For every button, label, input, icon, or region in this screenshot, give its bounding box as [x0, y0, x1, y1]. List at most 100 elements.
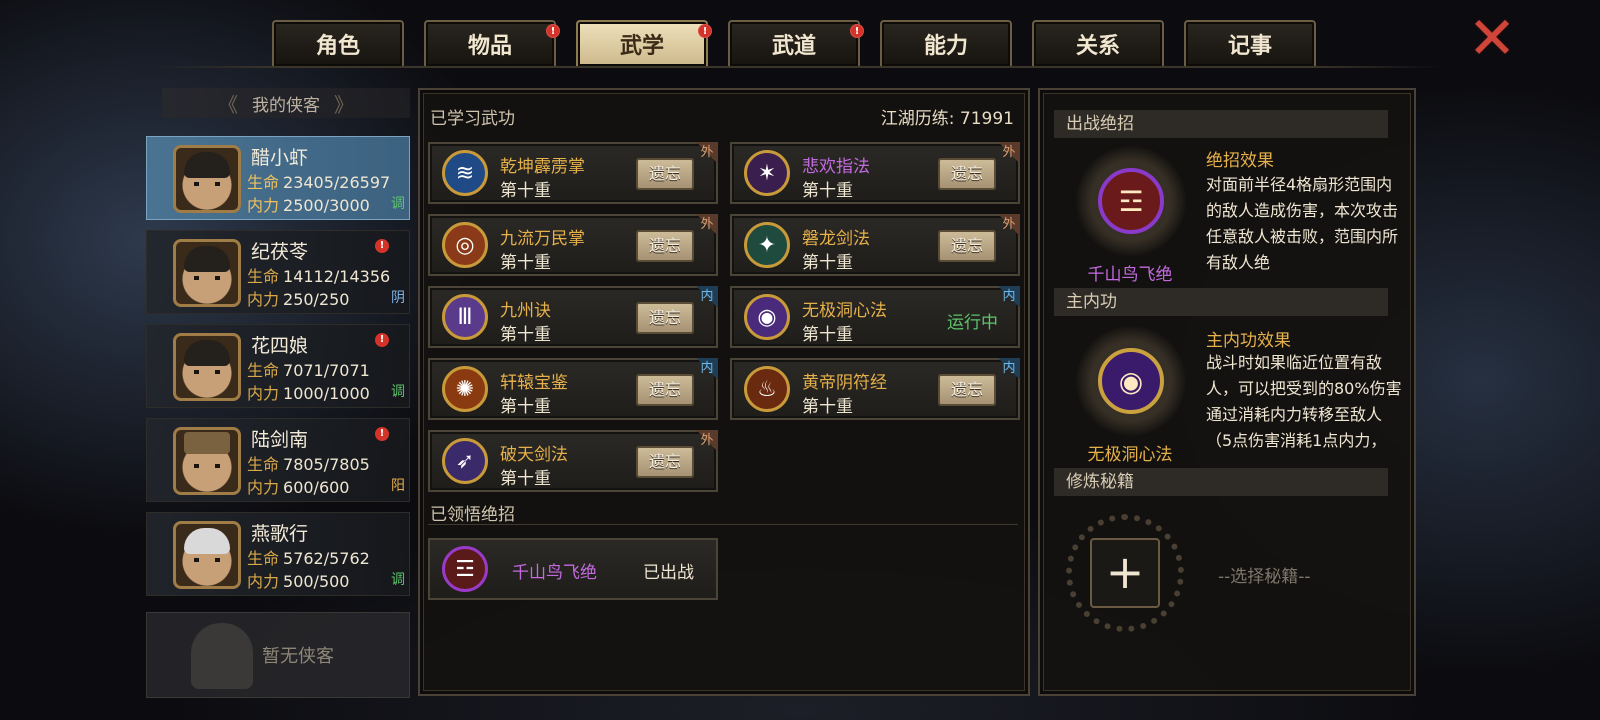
- skill-type-badge: 内: [998, 358, 1020, 380]
- running-status: 运行中: [947, 313, 998, 333]
- active-ult-emblem[interactable]: ☲: [1076, 146, 1186, 256]
- skill-name: 九流万民掌: [500, 229, 585, 249]
- secret-book-header: 修炼秘籍: [1054, 468, 1388, 496]
- character-card[interactable]: 燕歌行 生命 5762/5762 内力 500/500 调: [146, 512, 410, 596]
- jianghu-experience: 江湖历练: 71991: [880, 109, 1014, 129]
- tab-label: 记事: [1227, 34, 1272, 59]
- select-book-hint: --选择秘籍--: [1218, 567, 1311, 587]
- tab-3[interactable]: 武道!: [728, 20, 864, 66]
- neigong-tag: 调: [391, 384, 405, 400]
- ult-status: 已出战: [643, 563, 694, 583]
- chevron-left-icon[interactable]: 《: [218, 89, 238, 118]
- skill-icon: ◎: [442, 222, 488, 268]
- chevron-right-icon[interactable]: 》: [334, 89, 354, 118]
- skill-card[interactable]: ✶ 悲欢指法 第十重 遗忘 外: [730, 142, 1020, 204]
- forget-button[interactable]: 遗忘: [636, 302, 694, 334]
- alert-badge-icon: !: [375, 239, 389, 253]
- skill-name: 破天剑法: [500, 445, 568, 465]
- skill-card[interactable]: ≋ 乾坤霹雳掌 第十重 遗忘 外: [428, 142, 718, 204]
- skill-icon: ✶: [744, 150, 790, 196]
- character-name: 醋小虾: [251, 147, 309, 169]
- alert-badge-icon: !: [850, 24, 864, 38]
- tab-label: 角色: [315, 34, 360, 59]
- tab-6[interactable]: 记事: [1184, 20, 1316, 66]
- forget-button[interactable]: 遗忘: [938, 230, 996, 262]
- jianghu-value: 71991: [959, 109, 1014, 129]
- tab-1[interactable]: 物品!: [424, 20, 560, 66]
- skill-name: 九州诀: [500, 301, 551, 321]
- main-neigong-header: 主内功: [1054, 288, 1388, 316]
- skill-icon: ≋: [442, 150, 488, 196]
- neigong-tag: 阴: [391, 290, 405, 306]
- character-name: 燕歌行: [251, 523, 309, 545]
- character-portrait: [173, 427, 241, 495]
- skill-icon: ✦: [744, 222, 790, 268]
- character-name: 陆剑南: [251, 429, 309, 451]
- neigong-tag: 阳: [391, 478, 405, 494]
- skill-card[interactable]: ♨ 黄帝阴符经 第十重 遗忘 内: [730, 358, 1020, 420]
- active-ult-header: 出战绝招: [1054, 110, 1388, 138]
- ult-section-title: 已领悟绝招: [430, 505, 515, 525]
- character-card[interactable]: 醋小虾 生命 23405/26597 内力 2500/3000 调: [146, 136, 410, 220]
- add-book-button[interactable]: +: [1090, 538, 1160, 608]
- skill-name: 轩辕宝鉴: [500, 373, 568, 393]
- tab-label: 物品: [467, 34, 512, 59]
- alert-badge-icon: !: [698, 24, 712, 38]
- forget-button[interactable]: 遗忘: [636, 446, 694, 478]
- roster-title: 我的侠客: [252, 95, 320, 116]
- martial-arts-panel: 已学习武功 江湖历练: 71991 已领悟绝招 ☲ 千山鸟飞绝 已出战 ≋ 乾坤…: [418, 88, 1030, 696]
- alert-badge-icon: !: [546, 24, 560, 38]
- skill-card[interactable]: ◉ 无极洞心法 第十重 运行中 内: [730, 286, 1020, 348]
- tab-4[interactable]: 能力: [880, 20, 1012, 66]
- character-card[interactable]: 纪茯苓 生命 14112/14356 内力 250/250 阴 !: [146, 230, 410, 314]
- hp-stat: 生命 23405/26597: [247, 173, 391, 192]
- skill-card[interactable]: ➶ 破天剑法 第十重 遗忘 外: [428, 430, 718, 492]
- character-name: 纪茯苓: [251, 241, 309, 263]
- ult-card[interactable]: ☲ 千山鸟飞绝 已出战: [428, 538, 718, 600]
- ult-skill-name: 千山鸟飞绝: [512, 563, 597, 583]
- skill-level: 第十重: [802, 181, 853, 201]
- hp-stat: 生命 14112/14356: [247, 267, 391, 286]
- skill-type-badge: 外: [998, 142, 1020, 164]
- skill-level: 第十重: [500, 469, 551, 489]
- tab-2[interactable]: 武学!: [576, 20, 712, 66]
- skill-card[interactable]: ✺ 轩辕宝鉴 第十重 遗忘 内: [428, 358, 718, 420]
- main-neigong-emblem[interactable]: ◉: [1076, 326, 1186, 436]
- ult-effect-text: 对面前半径4格扇形范围内的敌人造成伤害，本次攻击任意敌人被击败，范围内所有敌人绝: [1206, 175, 1399, 272]
- forget-button[interactable]: 遗忘: [636, 374, 694, 406]
- empty-slot-label: 暂无侠客: [262, 646, 334, 667]
- forget-button[interactable]: 遗忘: [938, 158, 996, 190]
- skill-card[interactable]: ✦ 磐龙剑法 第十重 遗忘 外: [730, 214, 1020, 276]
- mp-stat: 内力 500/500: [247, 572, 350, 591]
- forget-button[interactable]: 遗忘: [636, 230, 694, 262]
- tab-0[interactable]: 角色: [272, 20, 404, 66]
- section-divider: [428, 524, 1018, 525]
- close-button[interactable]: ✕: [1466, 9, 1518, 67]
- empty-character-slot: 暂无侠客: [146, 612, 410, 698]
- forget-button[interactable]: 遗忘: [938, 374, 996, 406]
- skill-type-badge: 外: [998, 214, 1020, 236]
- skill-card[interactable]: Ⅲ 九州诀 第十重 遗忘 内: [428, 286, 718, 348]
- tab-5[interactable]: 关系: [1032, 20, 1164, 66]
- skill-icon: ◉: [744, 294, 790, 340]
- forget-button[interactable]: 遗忘: [636, 158, 694, 190]
- hp-stat: 生命 5762/5762: [247, 549, 370, 568]
- skill-level: 第十重: [500, 181, 551, 201]
- alert-badge-icon: !: [375, 333, 389, 347]
- neigong-tag: 调: [391, 572, 405, 588]
- character-card[interactable]: 花四娘 生命 7071/7071 内力 1000/1000 调 !: [146, 324, 410, 408]
- character-portrait: [173, 145, 241, 213]
- hp-stat: 生命 7805/7805: [247, 455, 370, 474]
- skill-name: 乾坤霹雳掌: [500, 157, 585, 177]
- skill-name: 磐龙剑法: [802, 229, 870, 249]
- skill-level: 第十重: [802, 397, 853, 417]
- skill-level: 第十重: [500, 253, 551, 273]
- main-neigong-name: 无极洞心法: [1087, 445, 1173, 465]
- skill-icon: Ⅲ: [442, 294, 488, 340]
- skill-card[interactable]: ◎ 九流万民掌 第十重 遗忘 外: [428, 214, 718, 276]
- character-card[interactable]: 陆剑南 生命 7805/7805 内力 600/600 阳 !: [146, 418, 410, 502]
- skill-icon: ♨: [744, 366, 790, 412]
- main-effect-title: 主内功效果: [1206, 331, 1291, 351]
- character-portrait: [173, 333, 241, 401]
- character-name: 花四娘: [251, 335, 309, 357]
